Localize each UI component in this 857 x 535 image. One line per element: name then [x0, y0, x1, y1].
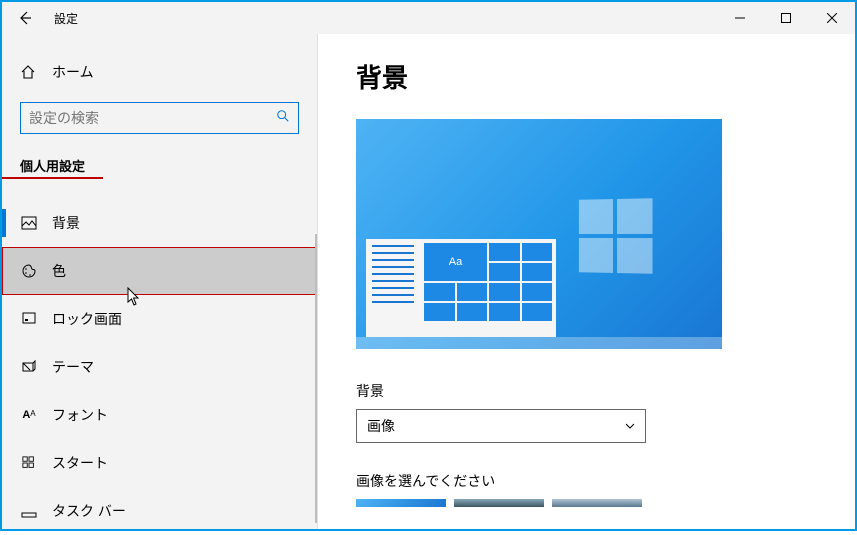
- main-panel: 背景 Aa 背景 画像 画像を選んでください: [318, 34, 855, 529]
- nav-label: 色: [52, 261, 66, 281]
- palette-icon: [20, 263, 38, 279]
- windows-logo-icon: [579, 198, 653, 273]
- home-link[interactable]: ホーム: [2, 54, 317, 90]
- home-icon: [20, 64, 38, 80]
- maximize-button[interactable]: [763, 2, 809, 34]
- nav-label: フォント: [52, 405, 108, 425]
- nav-item-lockscreen[interactable]: ロック画面: [2, 295, 317, 343]
- taskbar-icon: [20, 503, 38, 519]
- sidebar-scrollbar[interactable]: [315, 234, 317, 523]
- titlebar: 設定: [2, 2, 855, 34]
- close-button[interactable]: [809, 2, 855, 34]
- maximize-icon: [781, 13, 791, 23]
- dropdown-value: 画像: [367, 416, 625, 436]
- minimize-icon: [735, 13, 745, 23]
- back-button[interactable]: [2, 2, 48, 34]
- fonts-icon: AA: [20, 409, 38, 421]
- image-thumb[interactable]: [552, 499, 642, 507]
- nav-item-fonts[interactable]: AA フォント: [2, 391, 317, 439]
- desktop-preview: Aa: [356, 119, 722, 349]
- image-thumb[interactable]: [356, 499, 446, 507]
- lockscreen-icon: [20, 311, 38, 327]
- background-field-label: 背景: [356, 381, 817, 401]
- background-dropdown[interactable]: 画像: [356, 409, 646, 443]
- choose-image-label: 画像を選んでください: [356, 471, 817, 491]
- window-title: 設定: [54, 10, 78, 27]
- nav-label: 背景: [52, 213, 80, 233]
- nav-item-themes[interactable]: テーマ: [2, 343, 317, 391]
- close-icon: [827, 13, 837, 23]
- image-thumbnails: [356, 499, 817, 507]
- preview-window: Aa: [366, 239, 556, 337]
- nav-label: テーマ: [52, 357, 94, 377]
- nav-label: スタート: [52, 453, 108, 473]
- nav-item-colors[interactable]: 色: [2, 247, 317, 295]
- minimize-button[interactable]: [717, 2, 763, 34]
- nav-item-start[interactable]: スタート: [2, 439, 317, 487]
- search-input-container[interactable]: [20, 102, 299, 134]
- preview-tile-aa: Aa: [424, 243, 487, 281]
- home-label: ホーム: [52, 62, 94, 82]
- themes-icon: [20, 359, 38, 375]
- search-input[interactable]: [29, 110, 276, 126]
- sidebar: ホーム 個人用設定 背景 色 ロック画面 テーマ AA フォント ス: [2, 34, 318, 529]
- start-icon: [20, 456, 38, 470]
- section-title: 個人用設定: [2, 152, 103, 179]
- image-thumb[interactable]: [454, 499, 544, 507]
- nav-item-taskbar[interactable]: タスク バー: [2, 487, 317, 535]
- picture-icon: [20, 215, 38, 231]
- back-arrow-icon: [17, 10, 33, 26]
- nav-item-background[interactable]: 背景: [2, 199, 317, 247]
- page-heading: 背景: [356, 58, 817, 95]
- nav-label: ロック画面: [52, 309, 122, 329]
- nav-label: タスク バー: [52, 501, 126, 521]
- search-icon: [276, 109, 290, 128]
- chevron-down-icon: [625, 421, 635, 432]
